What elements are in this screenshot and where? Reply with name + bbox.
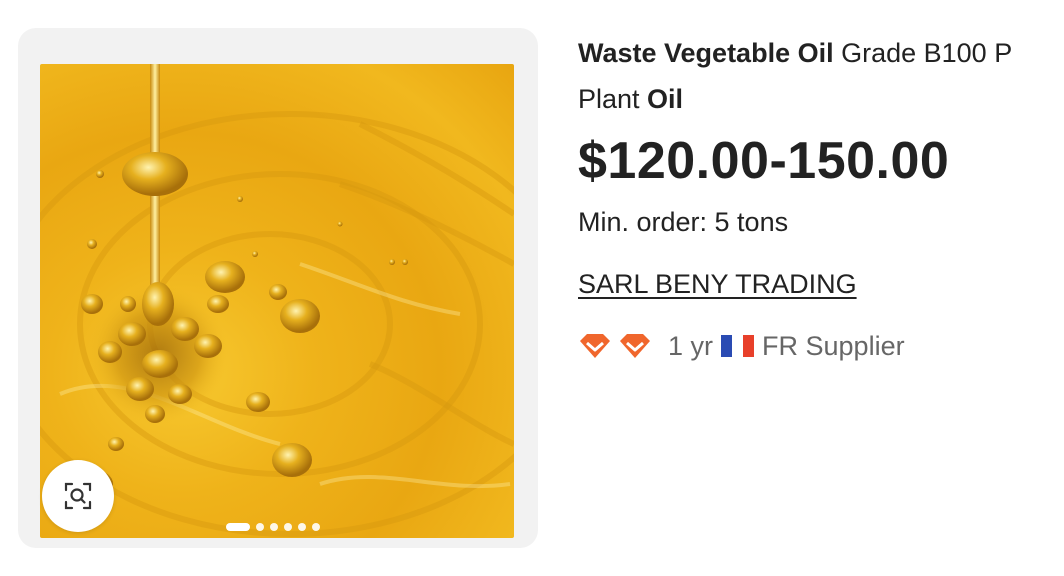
image-search-icon	[64, 482, 92, 510]
product-title-text: Grade B100 P	[833, 38, 1013, 68]
product-info: Waste Vegetable Oil Grade B100 P Plant O…	[578, 30, 1064, 364]
gallery-dot[interactable]	[256, 523, 264, 531]
gallery-dot[interactable]	[284, 523, 292, 531]
product-title-text: Plant	[578, 84, 648, 114]
supplier-years: 1 yr	[668, 330, 714, 361]
visual-search-button[interactable]	[42, 460, 114, 532]
gallery-dot[interactable]	[270, 523, 278, 531]
france-flag-icon	[721, 335, 755, 357]
gallery-dot[interactable]	[298, 523, 306, 531]
gallery-dot[interactable]	[312, 523, 320, 531]
price-range: $120.00-150.00	[578, 132, 950, 190]
product-title-bold: Oil	[647, 84, 684, 114]
supplier-country: FR Supplier	[762, 330, 905, 361]
oil-illustration	[40, 64, 514, 537]
diamond-badge-icon	[620, 334, 650, 358]
product-image-gallery[interactable]	[18, 28, 538, 548]
product-title-line-2: Plant Oil	[578, 76, 1064, 122]
supplier-name-link[interactable]: SARL BENY TRADING	[578, 266, 857, 302]
supplier-badges: 1 yr FR Supplier	[578, 328, 1064, 364]
product-card[interactable]: Waste Vegetable Oil Grade B100 P Plant O…	[0, 0, 1064, 576]
diamond-badge-icon	[580, 334, 610, 358]
product-image[interactable]	[40, 64, 514, 538]
product-title-bold: Waste Vegetable Oil	[578, 38, 834, 68]
product-title-line-1: Waste Vegetable Oil Grade B100 P	[578, 30, 1064, 76]
gallery-pagination	[226, 523, 320, 531]
min-order: Min. order: 5 tons	[578, 207, 789, 237]
product-title[interactable]: Waste Vegetable Oil Grade B100 P Plant O…	[578, 30, 1064, 122]
gallery-dot-active[interactable]	[226, 523, 250, 531]
